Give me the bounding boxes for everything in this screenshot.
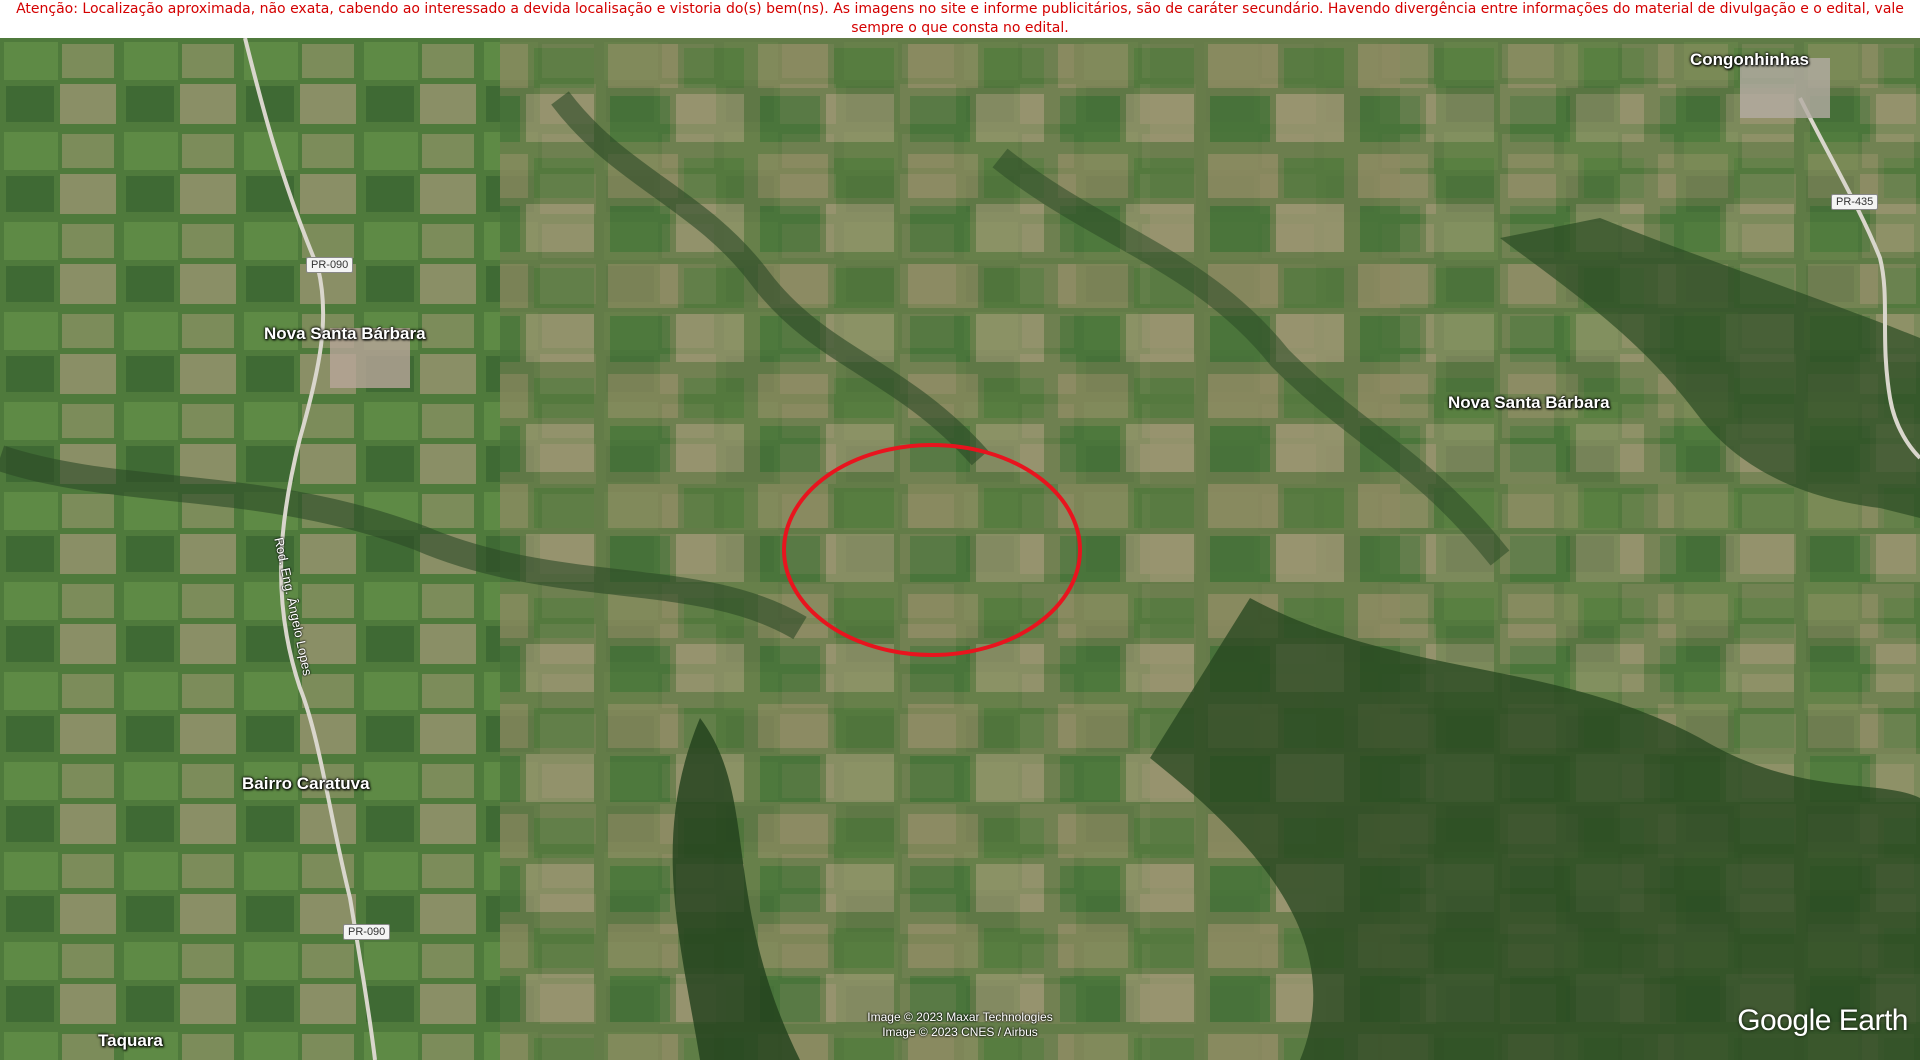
- place-label-nova-santa-barbara-east: Nova Santa Bárbara: [1448, 393, 1610, 412]
- place-label-taquara: Taquara: [98, 1031, 163, 1050]
- satellite-map[interactable]: Congonhinhas Nova Santa Bárbara Nova San…: [0, 38, 1920, 1060]
- road-shield-pr090-north: PR-090: [306, 257, 354, 273]
- imagery-attribution: Image © 2023 Maxar Technologies Image © …: [820, 1010, 1100, 1040]
- google-earth-logo: Google Earth: [1737, 1004, 1908, 1037]
- disclaimer-text: Atenção: Localização aproximada, não exa…: [16, 1, 1904, 36]
- road-shield-pr090-south: PR-090: [343, 924, 391, 940]
- place-label-congonhinhas: Congonhinhas: [1690, 50, 1809, 69]
- attribution-line-2: Image © 2023 CNES / Airbus: [882, 1025, 1038, 1039]
- disclaimer-banner: Atenção: Localização aproximada, não exa…: [0, 0, 1920, 38]
- place-label-nova-santa-barbara-west: Nova Santa Bárbara: [264, 324, 426, 343]
- place-label-bairro-caratuva: Bairro Caratuva: [242, 774, 370, 793]
- attribution-line-1: Image © 2023 Maxar Technologies: [867, 1010, 1053, 1024]
- road-shield-pr435: PR-435: [1831, 194, 1879, 210]
